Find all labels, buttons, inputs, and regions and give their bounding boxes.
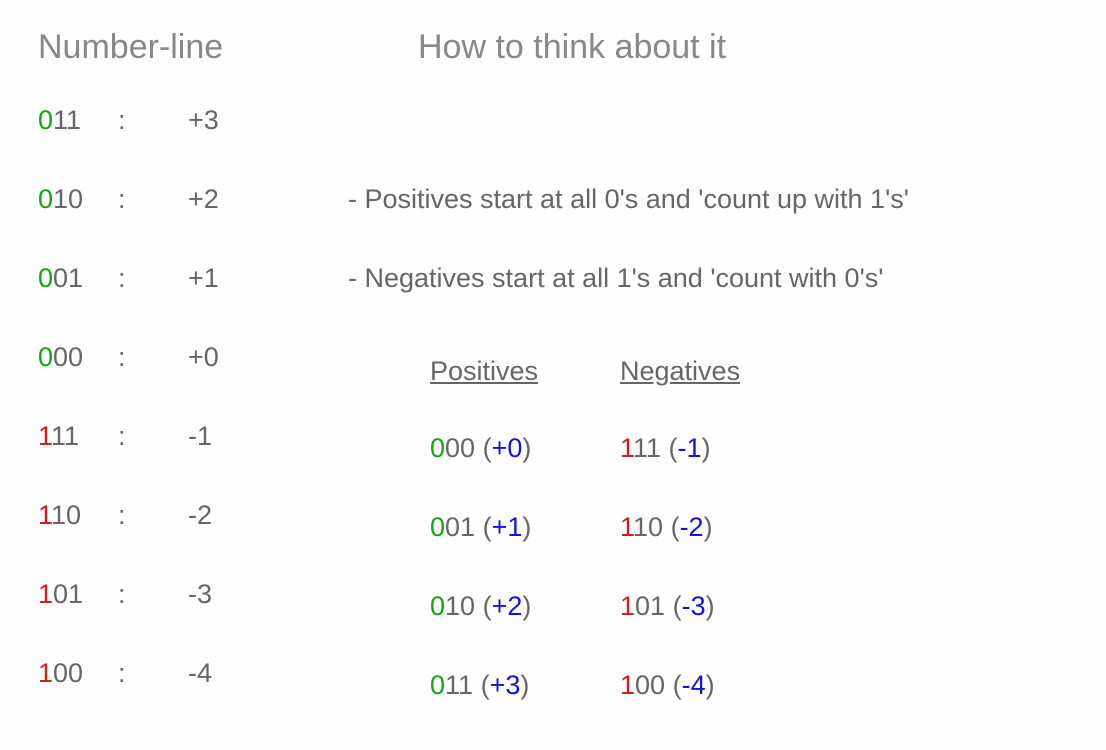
- sign-bit: 1: [38, 421, 51, 451]
- rest-bits: 00: [53, 658, 83, 688]
- number-line-row: 011 : +3: [38, 105, 1106, 184]
- note: - Positives start at all 0's and 'count …: [348, 184, 909, 215]
- rest-bits: 01: [53, 579, 83, 609]
- colon: :: [118, 421, 188, 452]
- sign-bit: 0: [38, 105, 53, 135]
- decimal-value: +1: [188, 263, 348, 294]
- decimal-value: -3: [188, 579, 348, 610]
- mini-row: 010 (+2) 101 (-3): [430, 591, 740, 670]
- header-number-line: Number-line: [38, 28, 418, 67]
- rest-bits: 10: [53, 184, 83, 214]
- decimal-value: +0: [188, 342, 348, 373]
- rest-bits: 11: [51, 421, 79, 451]
- rest-bits: 10: [51, 500, 81, 530]
- negative-entry: 111 (-1): [620, 433, 711, 512]
- page: Number-line How to think about it 011 : …: [0, 0, 1106, 750]
- rest-bits: 11: [53, 105, 81, 135]
- mini-row: 000 (+0) 111 (-1): [430, 433, 740, 512]
- positive-entry: 001 (+1): [430, 512, 620, 591]
- sign-bit: 0: [38, 184, 53, 214]
- negative-entry: 110 (-2): [620, 512, 713, 591]
- sign-bit: 1: [38, 579, 53, 609]
- colon: :: [118, 342, 188, 373]
- mini-row: 001 (+1) 110 (-2): [430, 512, 740, 591]
- sign-bit: 1: [38, 658, 53, 688]
- decimal-value: +3: [188, 105, 348, 136]
- colon: :: [118, 263, 188, 294]
- sign-bit: 0: [38, 342, 53, 372]
- rest-bits: 01: [53, 263, 83, 293]
- mini-header-positives: Positives: [430, 356, 620, 387]
- mini-header-negatives: Negatives: [620, 356, 740, 387]
- number-line-row: 001 : +1 - Negatives start at all 1's an…: [38, 263, 1106, 342]
- number-line-row: 010 : +2 - Positives start at all 0's an…: [38, 184, 1106, 263]
- colon: :: [118, 500, 188, 531]
- decimal-value: -2: [188, 500, 348, 531]
- negative-entry: 100 (-4): [620, 670, 715, 749]
- headers: Number-line How to think about it: [38, 28, 1106, 67]
- positive-entry: 010 (+2): [430, 591, 620, 670]
- colon: :: [118, 184, 188, 215]
- positive-entry: 000 (+0): [430, 433, 620, 512]
- decimal-value: +2: [188, 184, 348, 215]
- positive-entry: 011 (+3): [430, 670, 620, 749]
- colon: :: [118, 658, 188, 689]
- sign-bit: 1: [38, 500, 51, 530]
- mini-row: 011 (+3) 100 (-4): [430, 670, 740, 749]
- colon: :: [118, 579, 188, 610]
- negative-entry: 101 (-3): [620, 591, 715, 670]
- decimal-value: -1: [188, 421, 348, 452]
- colon: :: [118, 105, 188, 136]
- decimal-value: -4: [188, 658, 348, 689]
- note: - Negatives start at all 1's and 'count …: [348, 263, 883, 294]
- header-how-to-think: How to think about it: [418, 28, 726, 67]
- positives-negatives-table: Positives Negatives 000 (+0) 111 (-1) 00…: [430, 356, 740, 749]
- rest-bits: 00: [53, 342, 83, 372]
- sign-bit: 0: [38, 263, 53, 293]
